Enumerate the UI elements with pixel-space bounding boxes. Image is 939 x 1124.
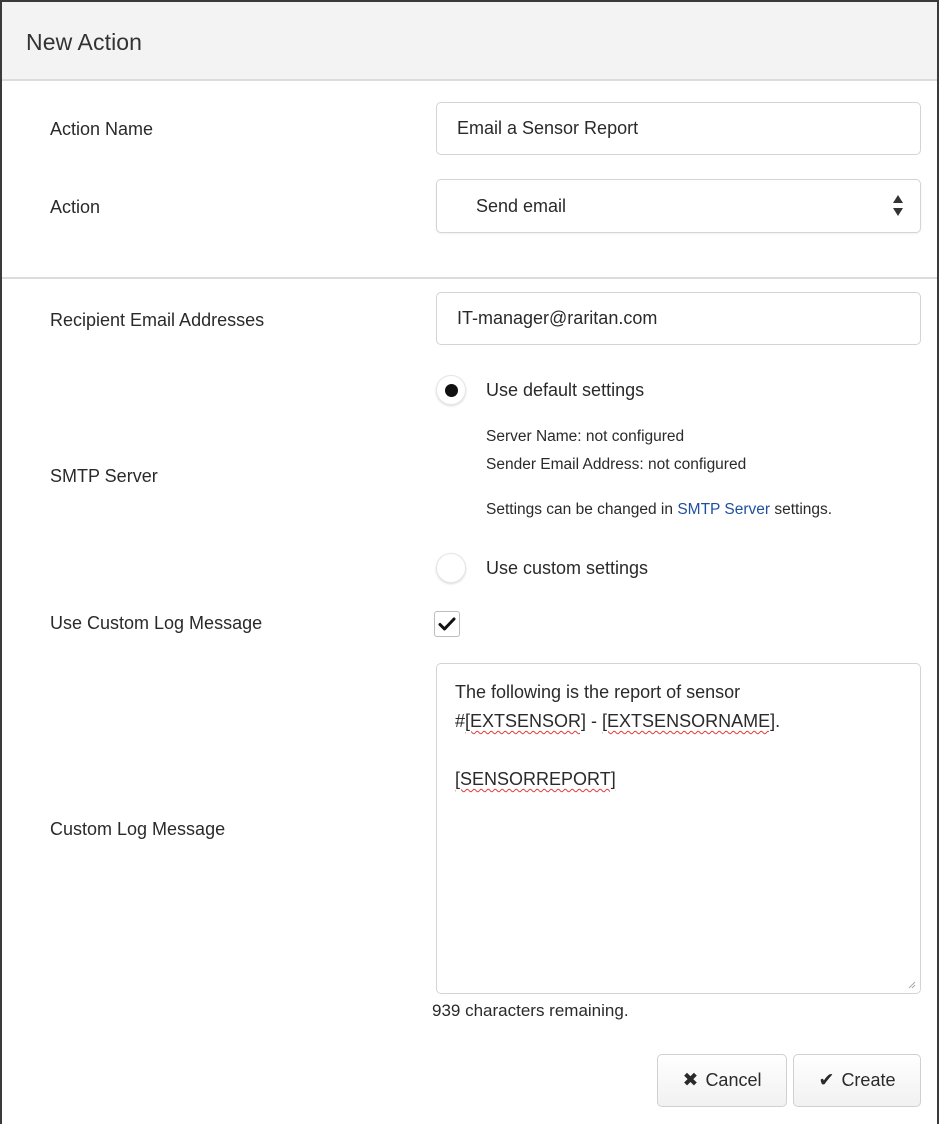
message-line-1: The following is the report of sensor xyxy=(455,682,741,702)
action-name-label: Action Name xyxy=(50,119,154,139)
extsensor-token: [EXTSENSOR] xyxy=(465,711,587,731)
sensorreport-token: [SENSORREPORT] xyxy=(455,769,616,789)
action-select[interactable]: Send email xyxy=(436,179,921,233)
smtp-settings-note: Settings can be changed in SMTP Server s… xyxy=(486,501,832,519)
use-default-settings-label[interactable]: Use default settings xyxy=(486,380,644,401)
hash-prefix: # xyxy=(455,711,466,731)
new-action-dialog: New Action Action Name Email a Sensor Re… xyxy=(0,0,939,1124)
use-custom-log-label: Use Custom Log Message xyxy=(50,613,263,633)
create-button[interactable]: ✔ Create xyxy=(793,1054,921,1107)
smtp-note-suffix: settings. xyxy=(770,501,833,518)
smtp-server-label: SMTP Server xyxy=(50,466,158,486)
recipients-label: Recipient Email Addresses xyxy=(50,310,265,330)
custom-log-message-textarea[interactable]: The following is the report of sensor #[… xyxy=(436,663,921,994)
custom-log-message-label: Custom Log Message xyxy=(50,819,226,839)
use-default-settings-radio[interactable] xyxy=(436,375,466,405)
x-mark-icon: ✖ xyxy=(682,1070,699,1091)
resize-grip-icon[interactable] xyxy=(908,981,916,989)
checkmark-icon xyxy=(438,617,456,631)
action-select-value: Send email xyxy=(476,196,567,216)
line-2-suffix: . xyxy=(775,711,781,731)
extsensorname-token: [EXTSENSORNAME] xyxy=(602,711,776,731)
smtp-note-prefix: Settings can be changed in xyxy=(486,501,678,518)
dialog-title: New Action xyxy=(26,29,143,55)
smtp-server-settings-link[interactable]: SMTP Server xyxy=(677,501,770,518)
cancel-button[interactable]: ✖ Cancel xyxy=(657,1054,787,1107)
use-custom-settings-label[interactable]: Use custom settings xyxy=(486,558,648,579)
use-custom-settings-radio[interactable] xyxy=(436,553,466,583)
create-button-label: Create xyxy=(841,1070,896,1090)
message-line-3 xyxy=(455,736,902,765)
message-line-2: #[EXTSENSOR] - [EXTSENSORNAME]. xyxy=(455,707,902,736)
checkmark-icon: ✔ xyxy=(818,1070,835,1091)
message-line-4: [SENSORREPORT] xyxy=(455,765,902,794)
server-name-info: Server Name: not configured xyxy=(486,428,685,445)
sender-address-info: Sender Email Address: not configured xyxy=(486,456,747,473)
recipients-input[interactable]: IT-manager@raritan.com xyxy=(436,292,921,345)
action-name-input[interactable]: Email a Sensor Report xyxy=(436,102,921,155)
dialog-header: New Action xyxy=(2,2,937,81)
token-separator: - xyxy=(586,711,603,731)
section-divider xyxy=(2,277,937,279)
use-custom-log-checkbox[interactable] xyxy=(434,611,460,637)
action-label: Action xyxy=(50,197,101,217)
cancel-button-label: Cancel xyxy=(705,1070,762,1090)
characters-remaining: 939 characters remaining. xyxy=(432,1001,629,1020)
select-arrows-icon xyxy=(893,195,903,216)
